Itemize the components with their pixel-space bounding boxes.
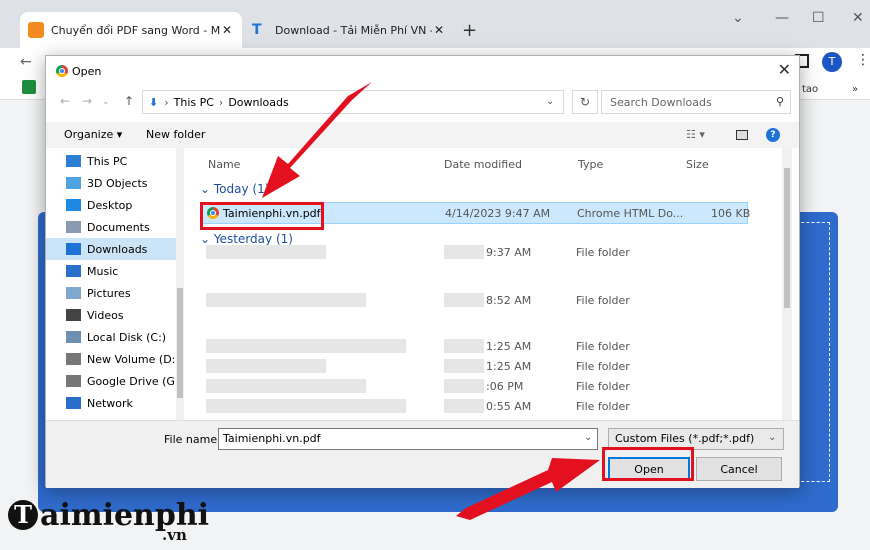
brand-initial: T: [8, 500, 38, 530]
brand-suffix: .vn: [162, 526, 187, 544]
annotation-arrows: [262, 82, 600, 520]
arrow-to-file: [262, 82, 372, 198]
arrow-to-open: [456, 458, 600, 520]
